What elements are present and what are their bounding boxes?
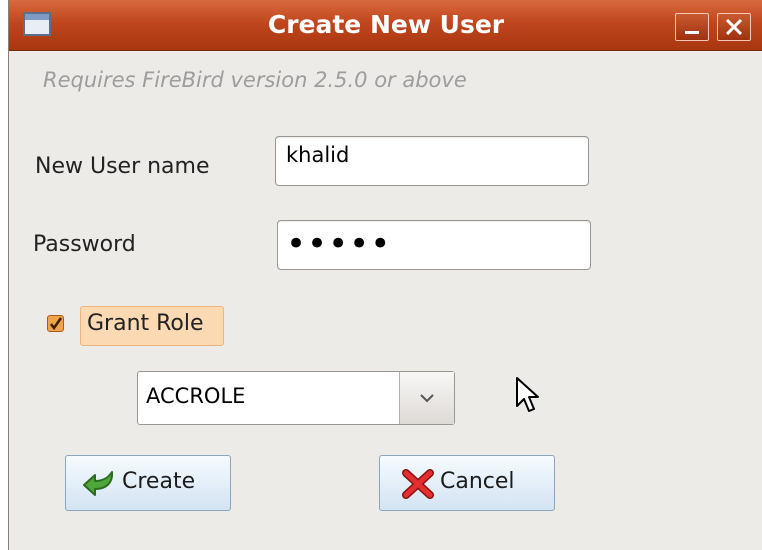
minimize-button[interactable]	[675, 13, 709, 41]
close-icon	[725, 19, 743, 35]
checkmark-icon	[50, 317, 63, 331]
create-button-label: Create	[122, 469, 196, 494]
chevron-down-icon	[420, 394, 434, 403]
cancel-button[interactable]: Cancel	[379, 455, 555, 511]
username-input[interactable]: khalid	[275, 136, 589, 186]
password-value: •••••	[286, 224, 392, 264]
mouse-pointer-icon	[516, 377, 539, 412]
role-selected-value: ACCROLE	[146, 384, 246, 408]
password-input[interactable]: •••••	[277, 220, 591, 270]
username-value: khalid	[286, 143, 350, 167]
green-curved-arrow-icon	[83, 471, 114, 496]
cancel-button-label: Cancel	[440, 469, 515, 494]
role-select[interactable]: ACCROLE	[137, 371, 455, 425]
grant-role-label[interactable]: Grant Role	[87, 311, 204, 336]
red-x-icon	[402, 469, 434, 499]
version-note: Requires FireBird version 2.5.0 or above	[43, 68, 467, 92]
close-button[interactable]	[717, 13, 751, 41]
window-title: Create New User	[267, 10, 505, 39]
title-bar[interactable]: Create New User	[9, 0, 762, 51]
username-label: New User name	[35, 154, 210, 179]
grant-role-checkbox[interactable]	[47, 315, 64, 332]
create-button[interactable]: Create	[65, 455, 231, 511]
create-user-dialog: Create New User Requires FireBird versio…	[8, 0, 762, 550]
role-dropdown-button[interactable]	[399, 372, 454, 424]
password-label: Password	[33, 232, 136, 257]
